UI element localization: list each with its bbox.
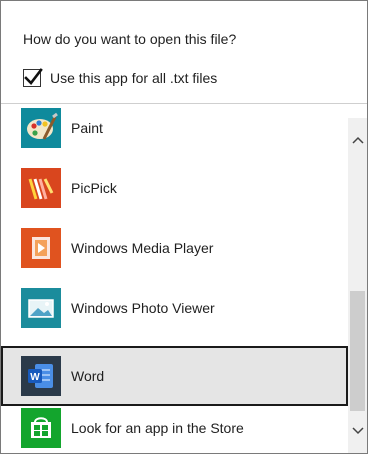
app-list-scrollbar[interactable] — [348, 118, 367, 453]
picpick-icon — [21, 168, 61, 208]
media-player-icon — [21, 228, 61, 268]
svg-text:W: W — [30, 372, 40, 383]
word-icon: W — [21, 356, 61, 396]
app-item-store[interactable]: Look for an app in the Store — [1, 398, 348, 453]
app-item-picpick[interactable]: PicPick — [1, 158, 348, 218]
app-item-word[interactable]: W Word — [1, 346, 348, 406]
always-use-label: Use this app for all .txt files — [50, 70, 218, 86]
scroll-up-button[interactable] — [348, 132, 367, 148]
store-icon — [21, 408, 61, 448]
app-label: Word — [71, 368, 105, 384]
app-label: Windows Photo Viewer — [71, 300, 215, 316]
app-label: Look for an app in the Store — [71, 420, 244, 436]
always-use-option[interactable]: Use this app for all .txt files — [23, 68, 217, 88]
app-label: Paint — [71, 120, 103, 136]
photo-viewer-icon — [21, 288, 61, 328]
paint-palette-icon — [21, 108, 61, 148]
chevron-down-icon — [351, 427, 364, 435]
always-use-checkbox[interactable] — [23, 68, 43, 87]
open-with-dialog: How do you want to open this file? Use t… — [0, 0, 368, 454]
scroll-thumb[interactable] — [350, 291, 365, 411]
scroll-down-button[interactable] — [348, 423, 367, 439]
app-item-paint[interactable]: Paint — [1, 104, 348, 158]
app-list: Paint PicPick Windows Media Player Windo… — [1, 104, 348, 453]
app-item-windows-media-player[interactable]: Windows Media Player — [1, 218, 348, 278]
app-label: PicPick — [71, 180, 117, 196]
chevron-up-icon — [351, 136, 364, 144]
app-item-windows-photo-viewer[interactable]: Windows Photo Viewer — [1, 278, 348, 338]
app-label: Windows Media Player — [71, 240, 214, 256]
checkmark-icon — [24, 68, 43, 85]
dialog-prompt: How do you want to open this file? — [23, 31, 237, 47]
